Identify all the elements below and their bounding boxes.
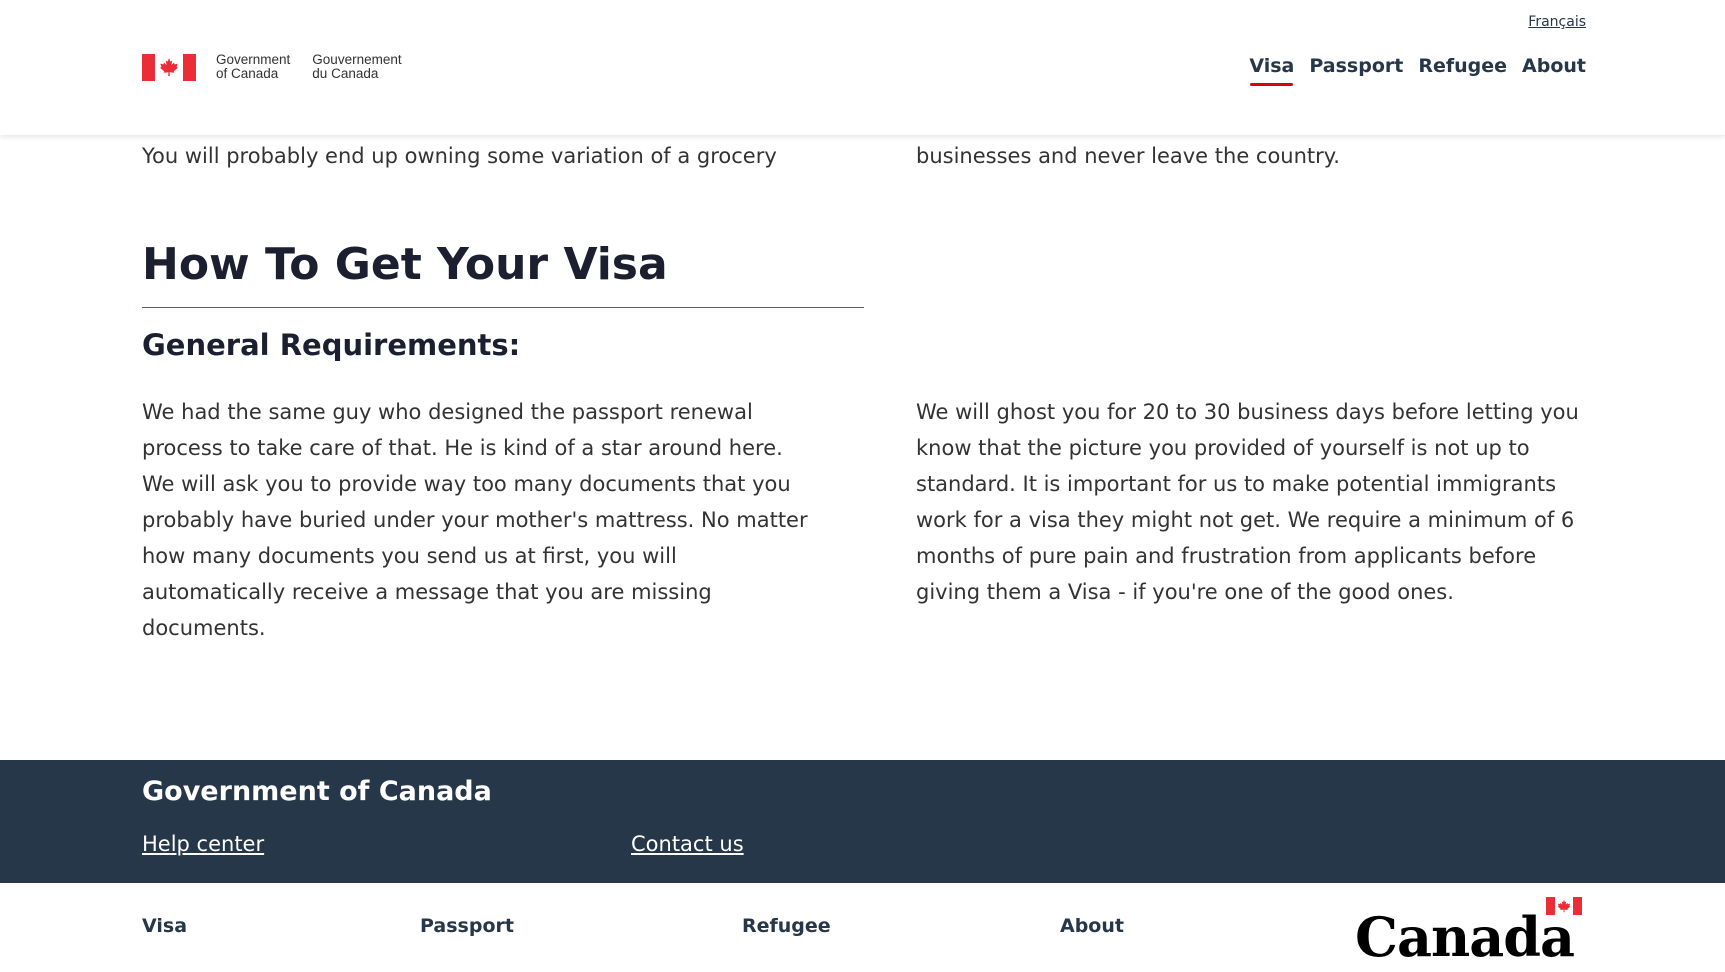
contact-us-link[interactable]: Contact us bbox=[631, 830, 744, 858]
footer-main: Government of Canada Help center Contact… bbox=[0, 760, 1725, 883]
signature-english: Government of Canada bbox=[216, 52, 291, 81]
intro-text-left: You will probably end up owning some var… bbox=[142, 144, 777, 168]
nav-item-passport[interactable]: Passport bbox=[1309, 54, 1403, 78]
intro-text-right: businesses and never leave the country. bbox=[916, 144, 1340, 168]
government-signature[interactable]: Government of Canada Gouvernement du Can… bbox=[142, 53, 402, 81]
subheading: General Requirements: bbox=[142, 328, 521, 362]
wordmark-text: Canada bbox=[1355, 905, 1575, 969]
main-nav: Visa Passport Refugee About bbox=[1249, 54, 1586, 86]
help-center-link[interactable]: Help center bbox=[142, 830, 264, 858]
requirements-paragraph-right: We will ghost you for 20 to 30 business … bbox=[916, 400, 1579, 604]
footer-bottom: Visa Passport Refugee About Canada bbox=[0, 883, 1725, 972]
requirements-paragraph-left: We had the same guy who designed the pas… bbox=[142, 400, 808, 640]
footer-nav-refugee[interactable]: Refugee bbox=[742, 914, 831, 938]
nav-item-refugee[interactable]: Refugee bbox=[1418, 54, 1507, 78]
footer-nav-visa[interactable]: Visa bbox=[142, 914, 187, 938]
maple-leaf-flag-icon bbox=[142, 53, 196, 81]
language-toggle-link[interactable]: Français bbox=[1528, 14, 1586, 30]
main-content: You will probably end up owning some var… bbox=[0, 135, 1725, 760]
canada-wordmark: Canada bbox=[1355, 897, 1587, 967]
nav-item-visa[interactable]: Visa bbox=[1249, 54, 1294, 86]
signature-french: Gouvernement du Canada bbox=[312, 52, 402, 81]
section-title: How To Get Your Visa bbox=[142, 235, 864, 308]
footer-nav-about[interactable]: About bbox=[1060, 914, 1124, 938]
footer-nav-passport[interactable]: Passport bbox=[420, 914, 514, 938]
maple-leaf-flag-icon bbox=[1546, 897, 1582, 915]
site-header: Français Government of Canada Gouverneme… bbox=[0, 0, 1725, 135]
footer-title: Government of Canada bbox=[142, 776, 492, 807]
nav-item-about[interactable]: About bbox=[1522, 54, 1586, 78]
